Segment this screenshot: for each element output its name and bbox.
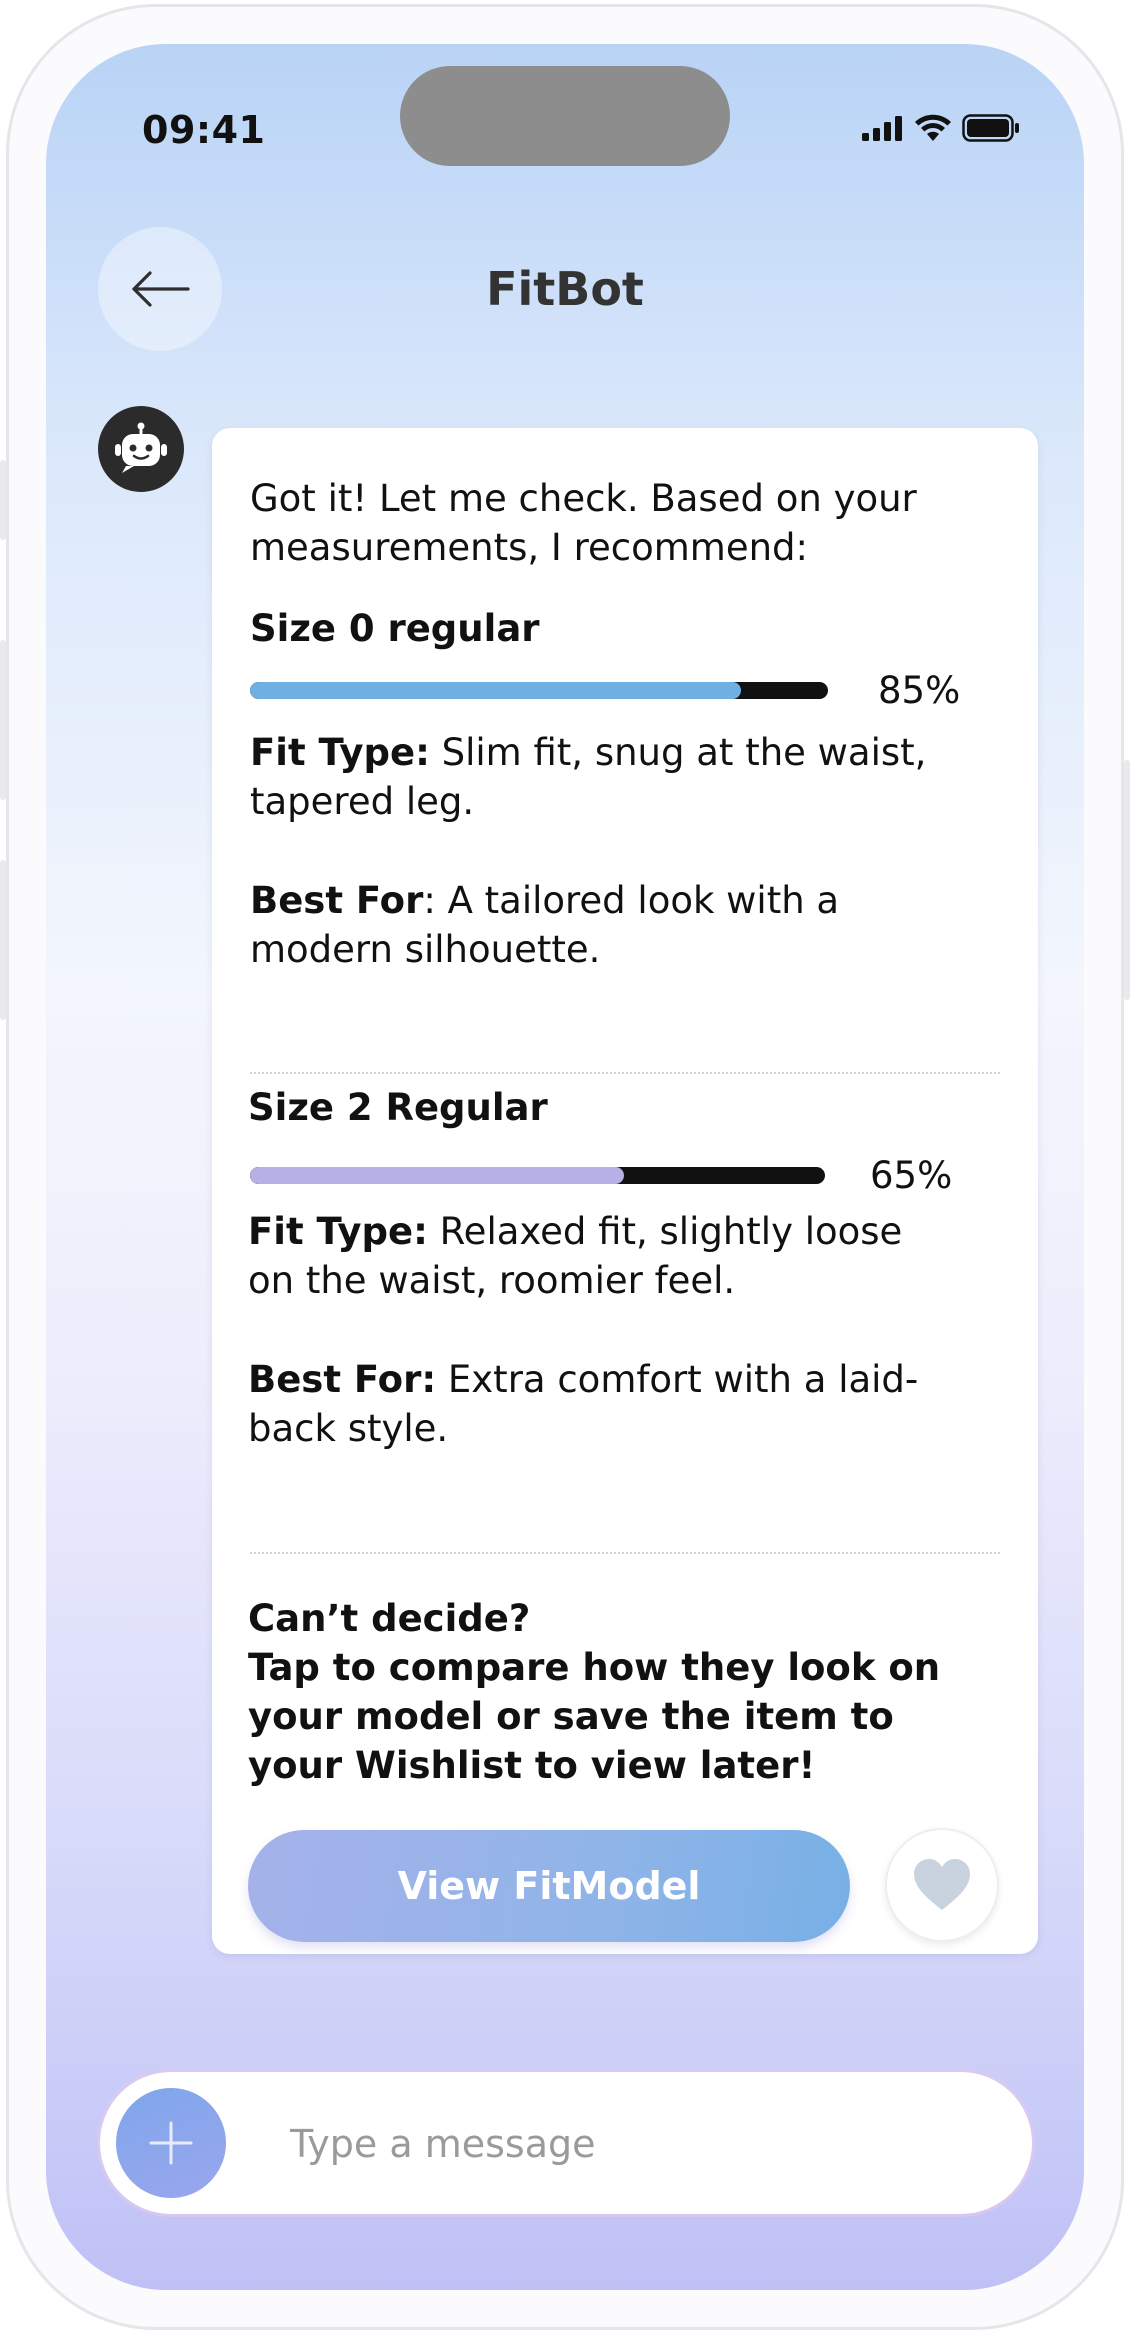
size-2-match-fill (250, 1167, 624, 1184)
side-button-right (1124, 760, 1130, 1000)
app-screen: 09:41 FitBot Got it! Let me check. Based… (46, 44, 1084, 2290)
size-0-match-percent: 85% (878, 669, 961, 712)
message-composer (100, 2072, 1032, 2214)
signal-icon (862, 116, 902, 141)
view-fitmodel-button[interactable]: View FitModel (248, 1830, 850, 1942)
size-2-match-bar (250, 1167, 825, 1184)
size-2-best-for-label: Best For: (248, 1358, 437, 1401)
wifi-icon (915, 114, 951, 141)
cta-text: Tap to compare how they look on your mod… (248, 1646, 941, 1787)
wishlist-button[interactable] (885, 1828, 999, 1942)
bot-message-card: Got it! Let me check. Based on your meas… (212, 428, 1038, 1954)
dynamic-island (400, 66, 730, 166)
size-0-fit-type-label: Fit Type: (250, 731, 430, 774)
size-2-best-for: Best For: Extra comfort with a laid-back… (248, 1355, 948, 1453)
section-divider-2 (250, 1552, 1000, 1554)
side-button-left-3 (0, 860, 6, 1020)
plus-icon (149, 2121, 193, 2165)
size-0-best-for: Best For: A tailored look with a modern … (250, 876, 950, 974)
battery-icon (962, 114, 1019, 142)
message-input[interactable] (290, 2118, 990, 2170)
size-0-match-fill (250, 682, 742, 699)
add-attachment-button[interactable] (116, 2088, 226, 2198)
side-button-left-1 (0, 460, 6, 540)
page-title: FitBot (486, 262, 644, 316)
size-2-match-percent: 65% (870, 1154, 953, 1197)
side-button-left-2 (0, 640, 6, 800)
size-2-title: Size 2 Regular (248, 1086, 548, 1129)
message-intro: Got it! Let me check. Based on your meas… (250, 477, 917, 569)
size-0-fit-type: Fit Type: Slim fit, snug at the waist, t… (250, 728, 950, 826)
size-0-match-bar (250, 682, 828, 699)
cta-heading: Can’t decide? (248, 1597, 531, 1640)
size-2-fit-type: Fit Type: Relaxed fit, slightly loose on… (248, 1207, 948, 1305)
status-time: 09:41 (142, 108, 266, 152)
section-divider-1 (250, 1072, 1000, 1074)
heart-icon (914, 1859, 970, 1910)
robot-icon (115, 422, 167, 473)
size-0-best-for-label: Best For (250, 879, 424, 922)
bot-avatar (98, 406, 184, 492)
size-0-title: Size 0 regular (250, 607, 540, 650)
size-2-fit-type-label: Fit Type: (248, 1210, 428, 1253)
status-icons (862, 114, 1020, 142)
